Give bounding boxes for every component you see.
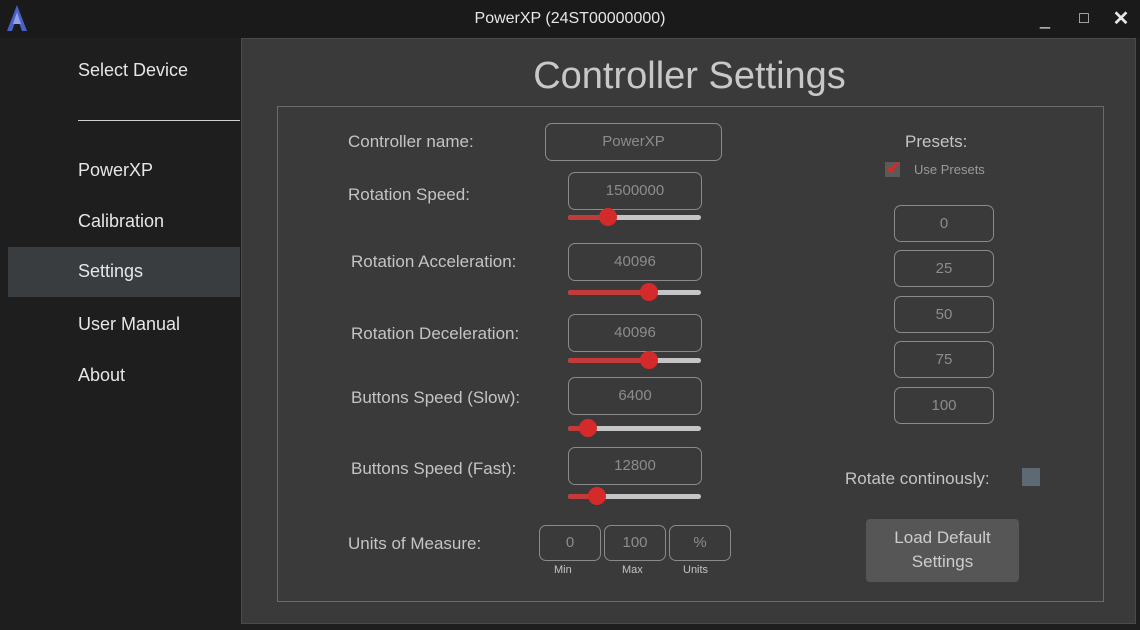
load-default-line2: Settings: [911, 552, 974, 571]
buttons-speed-fast-input[interactable]: 12800: [568, 447, 702, 485]
preset-50-button[interactable]: 50: [894, 296, 994, 333]
sidebar-divider: [78, 120, 240, 121]
rotate-continuously-label: Rotate continously:: [845, 469, 990, 488]
rotation-deceleration-label: Rotation Deceleration:: [351, 324, 520, 343]
units-max-input[interactable]: 100: [604, 525, 666, 561]
preset-0-button[interactable]: 0: [894, 205, 994, 242]
buttons-speed-slow-label: Buttons Speed (Slow):: [351, 388, 521, 407]
load-default-line1: Load Default: [894, 528, 991, 547]
rotation-speed-slider[interactable]: [568, 208, 701, 226]
load-default-settings-button[interactable]: Load Default Settings: [866, 519, 1019, 582]
sidebar-item-about[interactable]: About: [8, 351, 240, 401]
buttons-speed-fast-label: Buttons Speed (Fast):: [351, 459, 517, 478]
sidebar-item-label: About: [78, 365, 126, 385]
preset-75-button[interactable]: 75: [894, 341, 994, 378]
settings-panel: Controller name: PowerXP Rotation Speed:…: [277, 106, 1104, 602]
use-presets-checkbox[interactable]: ✔: [885, 158, 901, 178]
rotation-deceleration-slider[interactable]: [568, 351, 701, 369]
units-min-input[interactable]: 0: [539, 525, 601, 561]
main-content: Controller Settings Controller name: Pow…: [241, 38, 1136, 624]
sidebar-item-label: Settings: [78, 261, 144, 281]
sidebar-item-powerxp[interactable]: PowerXP: [8, 146, 240, 196]
sidebar-item-calibration[interactable]: Calibration: [8, 197, 240, 247]
title-bar: PowerXP (24ST00000000) _ □ ✕: [0, 0, 1140, 38]
rotation-acceleration-slider[interactable]: [568, 283, 701, 301]
slider-thumb[interactable]: [579, 419, 597, 437]
close-button[interactable]: ✕: [1110, 8, 1132, 30]
checkmark-icon: ✔: [886, 158, 902, 178]
slider-thumb[interactable]: [640, 351, 658, 369]
minimize-button[interactable]: _: [1034, 8, 1056, 30]
slider-fill: [568, 358, 649, 363]
units-units-caption: Units: [683, 564, 709, 576]
presets-title: Presets:: [905, 132, 968, 151]
buttons-speed-slow-slider[interactable]: [568, 419, 701, 437]
preset-25-button[interactable]: 25: [894, 250, 994, 287]
rotation-acceleration-input[interactable]: 40096: [568, 243, 702, 281]
sidebar-item-user-manual[interactable]: User Manual: [8, 300, 240, 350]
units-of-measure-label: Units of Measure:: [348, 534, 482, 553]
slider-thumb[interactable]: [588, 487, 606, 505]
controller-name-input[interactable]: PowerXP: [545, 123, 722, 161]
controller-name-label: Controller name:: [348, 132, 474, 151]
sidebar-item-label: Calibration: [78, 211, 165, 231]
sidebar: Select Device PowerXP Calibration Settin…: [8, 38, 240, 622]
slider-thumb[interactable]: [599, 208, 617, 226]
units-min-caption: Min: [554, 564, 572, 576]
buttons-speed-fast-slider[interactable]: [568, 487, 701, 505]
sidebar-item-label: User Manual: [78, 314, 181, 334]
rotate-continuously-checkbox[interactable]: [1022, 468, 1040, 486]
page-title: Controller Settings: [533, 55, 846, 97]
slider-thumb[interactable]: [640, 283, 658, 301]
units-max-caption: Max: [622, 564, 643, 576]
rotation-acceleration-label: Rotation Acceleration:: [351, 252, 517, 271]
rotation-deceleration-input[interactable]: 40096: [568, 314, 702, 352]
slider-fill: [568, 290, 649, 295]
preset-100-button[interactable]: 100: [894, 387, 994, 424]
buttons-speed-slow-input[interactable]: 6400: [568, 377, 702, 415]
sidebar-item-select-device[interactable]: Select Device: [8, 46, 240, 96]
use-presets-label: Use Presets: [914, 162, 985, 177]
sidebar-item-label: Select Device: [78, 60, 189, 80]
maximize-button[interactable]: □: [1073, 8, 1095, 30]
rotation-speed-input[interactable]: 1500000: [568, 172, 702, 210]
sidebar-item-label: PowerXP: [78, 160, 154, 180]
units-units-input[interactable]: %: [669, 525, 731, 561]
window-title: PowerXP (24ST00000000): [474, 10, 666, 27]
sidebar-item-settings[interactable]: Settings: [8, 247, 240, 297]
rotation-speed-label: Rotation Speed:: [348, 185, 470, 204]
